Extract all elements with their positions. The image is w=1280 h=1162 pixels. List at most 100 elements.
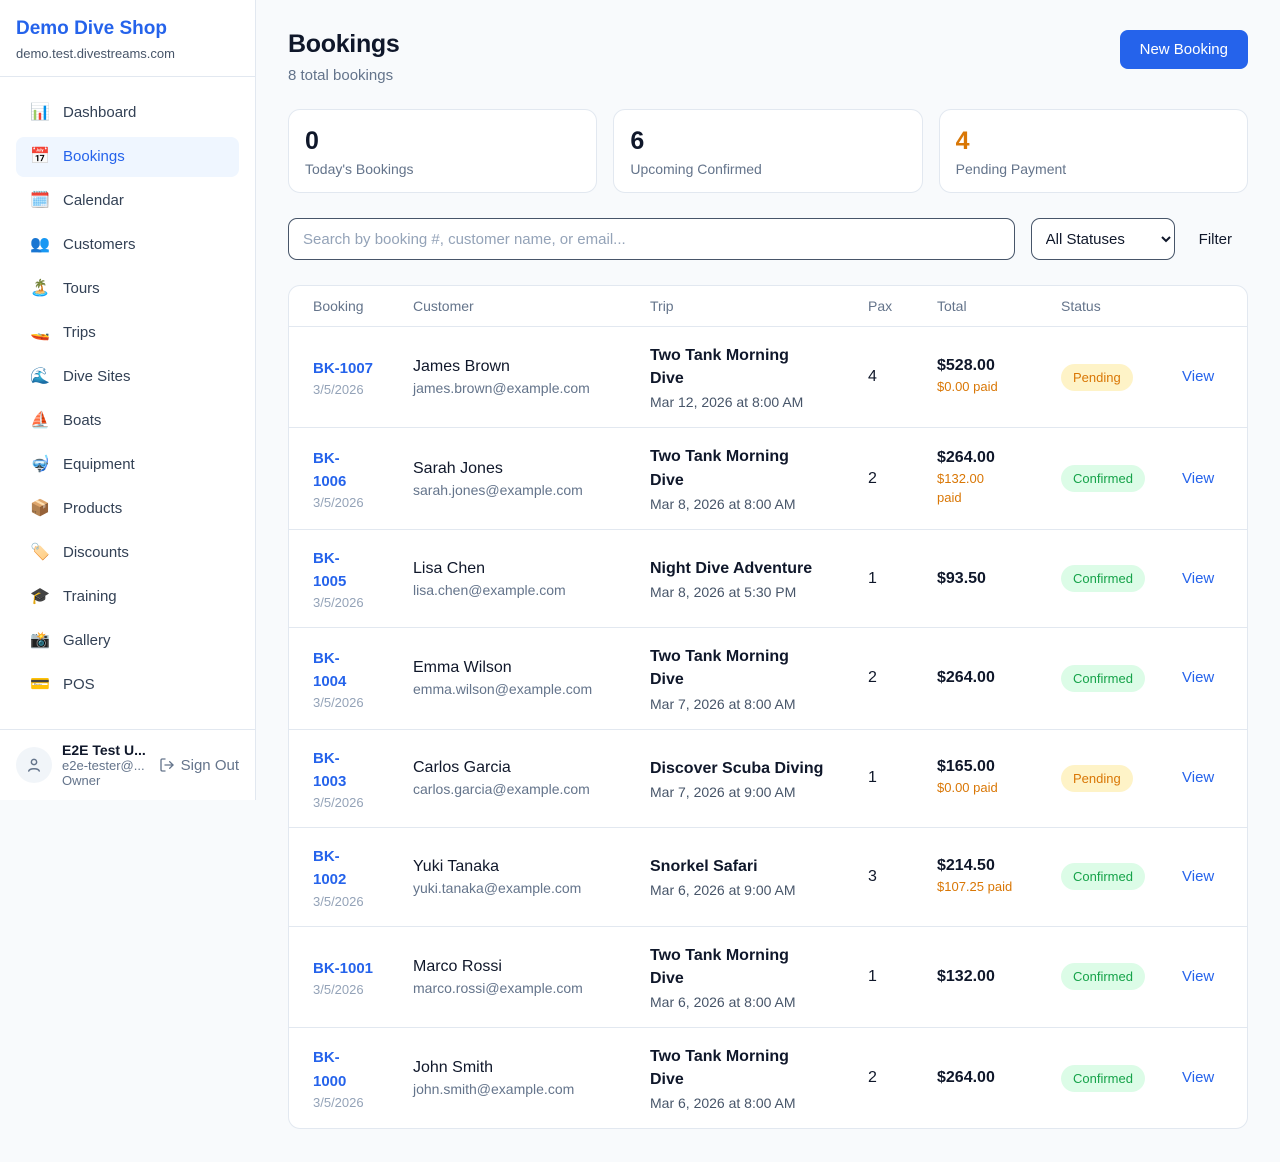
stat-card-todays-bookings: 0 Today's Bookings xyxy=(288,109,597,193)
booking-date: 3/5/2026 xyxy=(313,495,389,510)
sidebar-item-calendar[interactable]: 🗓️ Calendar xyxy=(16,181,239,221)
sidebar-item-pos[interactable]: 💳 POS xyxy=(16,665,239,705)
view-link[interactable]: View xyxy=(1182,769,1214,786)
customer-email: carlos.garcia@example.com xyxy=(413,781,626,797)
column-header-status: Status xyxy=(1049,286,1170,327)
booking-date: 3/5/2026 xyxy=(313,595,389,610)
paid-amount: $0.00 paid xyxy=(937,378,1037,397)
booking-date: 3/5/2026 xyxy=(313,382,389,397)
stat-value: 6 xyxy=(630,126,905,156)
total-amount: $132.00 xyxy=(937,968,1037,986)
camera-icon: 📸 xyxy=(30,633,50,649)
customer-name: Yuki Tanaka xyxy=(413,858,626,876)
booking-id-link[interactable]: BK- 1004 xyxy=(313,647,389,694)
search-input[interactable] xyxy=(288,218,1015,260)
people-icon: 👥 xyxy=(30,237,50,253)
customer-email: john.smith@example.com xyxy=(413,1081,626,1097)
booking-id-link[interactable]: BK- 1006 xyxy=(313,447,389,494)
paid-amount: $132.00 paid xyxy=(937,470,1037,508)
view-link[interactable]: View xyxy=(1182,968,1214,985)
trip-datetime: Mar 7, 2026 at 8:00 AM xyxy=(650,696,844,712)
main-content: Bookings 8 total bookings New Booking 0 … xyxy=(256,0,1280,1159)
customer-email: emma.wilson@example.com xyxy=(413,681,626,697)
booking-id-link[interactable]: BK-1001 xyxy=(313,957,389,980)
booking-id-link[interactable]: BK- 1000 xyxy=(313,1046,389,1093)
stat-label: Pending Payment xyxy=(956,161,1231,177)
sidebar-item-label: Dive Sites xyxy=(63,368,131,385)
sidebar-item-products[interactable]: 📦 Products xyxy=(16,489,239,529)
bookings-table-card: Booking Customer Trip Pax Total Status B… xyxy=(288,285,1248,1129)
sidebar-item-dashboard[interactable]: 📊 Dashboard xyxy=(16,93,239,133)
table-row: BK- 1002 3/5/2026 Yuki Tanaka yuki.tanak… xyxy=(289,828,1248,927)
sidebar-item-label: Gallery xyxy=(63,632,111,649)
bar-chart-icon: 📊 xyxy=(30,105,50,121)
stat-card-upcoming-confirmed: 6 Upcoming Confirmed xyxy=(613,109,922,193)
sidebar-item-label: Products xyxy=(63,500,122,517)
pax-count: 2 xyxy=(856,1028,925,1129)
pax-count: 1 xyxy=(856,529,925,628)
status-select[interactable]: All Statuses xyxy=(1031,218,1175,260)
person-icon xyxy=(25,756,43,774)
pax-count: 2 xyxy=(856,628,925,729)
sign-out-button[interactable]: Sign Out xyxy=(159,757,239,774)
sidebar-item-customers[interactable]: 👥 Customers xyxy=(16,225,239,265)
booking-id-link[interactable]: BK-1007 xyxy=(313,357,389,380)
new-booking-button[interactable]: New Booking xyxy=(1120,30,1248,69)
view-link[interactable]: View xyxy=(1182,570,1214,587)
sidebar-item-label: Trips xyxy=(63,324,96,341)
column-header-trip: Trip xyxy=(638,286,856,327)
status-badge: Confirmed xyxy=(1061,1065,1145,1092)
sidebar-item-gallery[interactable]: 📸 Gallery xyxy=(16,621,239,661)
stat-value: 4 xyxy=(956,126,1231,156)
sidebar-item-dive-sites[interactable]: 🌊 Dive Sites xyxy=(16,357,239,397)
sidebar-item-discounts[interactable]: 🏷️ Discounts xyxy=(16,533,239,573)
booking-date: 3/5/2026 xyxy=(313,982,389,997)
customer-name: Sarah Jones xyxy=(413,460,626,478)
trip-datetime: Mar 12, 2026 at 8:00 AM xyxy=(650,394,844,410)
table-row: BK-1007 3/5/2026 James Brown james.brown… xyxy=(289,327,1248,428)
view-link[interactable]: View xyxy=(1182,868,1214,885)
sidebar: Demo Dive Shop demo.test.divestreams.com… xyxy=(0,0,256,800)
sidebar-item-label: Bookings xyxy=(63,148,125,165)
sidebar-item-training[interactable]: 🎓 Training xyxy=(16,577,239,617)
stat-card-pending-payment: 4 Pending Payment xyxy=(939,109,1248,193)
customer-name: James Brown xyxy=(413,358,626,376)
customer-email: sarah.jones@example.com xyxy=(413,482,626,498)
filter-button[interactable]: Filter xyxy=(1191,231,1248,248)
booking-date: 3/5/2026 xyxy=(313,894,389,909)
credit-card-icon: 💳 xyxy=(30,677,50,693)
pax-count: 2 xyxy=(856,428,925,529)
booking-id-link[interactable]: BK- 1002 xyxy=(313,845,389,892)
total-amount: $264.00 xyxy=(937,1069,1037,1087)
pax-count: 1 xyxy=(856,926,925,1027)
trip-datetime: Mar 8, 2026 at 5:30 PM xyxy=(650,584,844,600)
view-link[interactable]: View xyxy=(1182,368,1214,385)
total-amount: $165.00 xyxy=(937,758,1037,776)
sidebar-item-tours[interactable]: 🏝️ Tours xyxy=(16,269,239,309)
booking-id-link[interactable]: BK- 1005 xyxy=(313,547,389,594)
sidebar-item-bookings[interactable]: 📅 Bookings xyxy=(16,137,239,177)
trip-name: Two Tank Morning Dive xyxy=(650,645,826,691)
page-subtitle: 8 total bookings xyxy=(288,67,400,84)
sidebar-item-equipment[interactable]: 🤿 Equipment xyxy=(16,445,239,485)
column-header-actions xyxy=(1170,286,1248,327)
table-header-row: Booking Customer Trip Pax Total Status xyxy=(289,286,1248,327)
trip-datetime: Mar 6, 2026 at 8:00 AM xyxy=(650,1095,844,1111)
island-icon: 🏝️ xyxy=(30,281,50,297)
bookings-table: Booking Customer Trip Pax Total Status B… xyxy=(289,286,1248,1128)
customer-email: james.brown@example.com xyxy=(413,380,626,396)
paid-amount: $0.00 paid xyxy=(937,779,1037,798)
trip-name: Discover Scuba Diving xyxy=(650,757,826,780)
view-link[interactable]: View xyxy=(1182,669,1214,686)
sidebar-item-boats[interactable]: ⛵ Boats xyxy=(16,401,239,441)
view-link[interactable]: View xyxy=(1182,1069,1214,1086)
sidebar-item-trips[interactable]: 🚤 Trips xyxy=(16,313,239,353)
user-email: e2e-tester@... xyxy=(62,758,149,773)
view-link[interactable]: View xyxy=(1182,470,1214,487)
booking-date: 3/5/2026 xyxy=(313,1095,389,1110)
booking-id-link[interactable]: BK- 1003 xyxy=(313,747,389,794)
trip-datetime: Mar 6, 2026 at 8:00 AM xyxy=(650,994,844,1010)
sidebar-item-label: Calendar xyxy=(63,192,124,209)
sidebar-item-label: POS xyxy=(63,676,95,693)
total-amount: $264.00 xyxy=(937,669,1037,687)
